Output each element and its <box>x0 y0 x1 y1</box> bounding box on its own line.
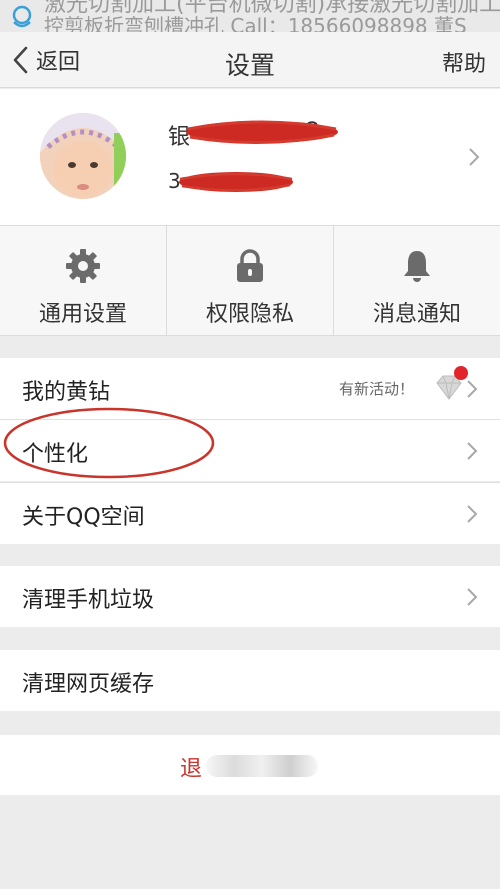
page-title: 设置 <box>224 51 275 80</box>
bell-icon <box>404 251 430 282</box>
chevron-right-icon <box>469 148 480 166</box>
redaction-scribble-number <box>179 172 293 192</box>
privacy-button[interactable]: 权限隐私 <box>167 226 334 335</box>
help-button[interactable]: 帮助 <box>442 46 486 78</box>
quick-actions: 通用设置 权限隐私 消息通知 <box>0 226 500 336</box>
avatar <box>40 113 126 199</box>
annotation-ring <box>3 407 215 479</box>
about-label: 关于QQ空间 <box>22 505 145 530</box>
clean-junk-row[interactable]: 清理手机垃圾 <box>0 566 500 627</box>
notifications-label: 消息通知 <box>372 302 461 327</box>
bottom-area <box>0 795 500 889</box>
promo-text: 有新活动！ <box>338 380 414 398</box>
notification-bar: 激光切割加工(平台机微切割)承接激光切割加工数 控剪板折弯刨槽冲孔 Call：1… <box>0 0 500 32</box>
new-badge-dot <box>454 366 468 380</box>
about-row[interactable]: 关于QQ空间 <box>0 483 500 544</box>
clear-cache-row[interactable]: 清理网页缓存 <box>0 650 500 711</box>
lock-icon <box>237 249 263 282</box>
privacy-label: 权限隐私 <box>205 302 294 327</box>
logout-button[interactable]: 退 <box>0 735 500 795</box>
gear-icon <box>66 249 100 283</box>
chevron-right-icon <box>467 380 478 398</box>
chevron-right-icon <box>467 588 478 606</box>
chevron-right-icon <box>467 442 478 460</box>
notifications-button[interactable]: 消息通知 <box>334 226 500 335</box>
qq-notification-icon <box>12 5 32 28</box>
clean-junk-label: 清理手机垃圾 <box>22 588 155 613</box>
navigation-bar: 返回 设置 帮助 <box>0 32 500 88</box>
profile-card[interactable]: 银 2 3 <box>0 89 500 226</box>
redaction-scribble-name <box>186 120 338 145</box>
clear-cache-label: 清理网页缓存 <box>22 672 155 697</box>
chevron-right-icon <box>467 505 478 523</box>
notification-text-line2: 控剪板折弯刨槽冲孔 Call：18566098898 董S <box>44 14 467 32</box>
general-settings-button[interactable]: 通用设置 <box>0 226 167 335</box>
general-settings-label: 通用设置 <box>38 302 127 327</box>
blurred-text <box>206 755 318 777</box>
logout-label: 退 <box>180 757 203 782</box>
yellow-diamond-label: 我的黄钻 <box>22 380 111 405</box>
